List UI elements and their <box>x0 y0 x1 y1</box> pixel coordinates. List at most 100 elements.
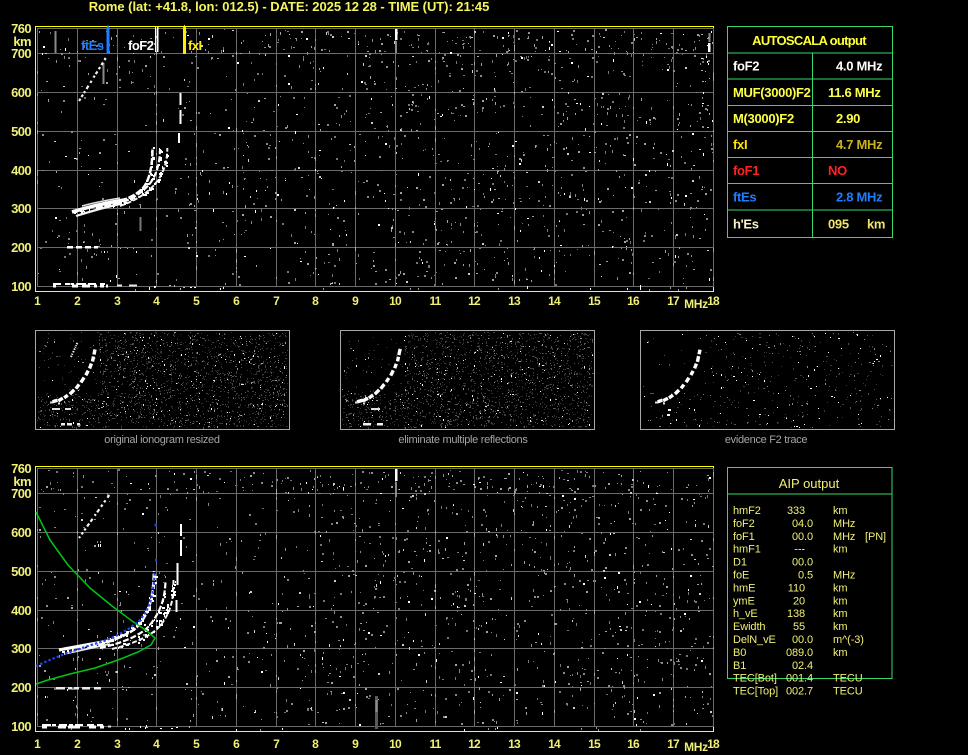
svg-text:14: 14 <box>548 294 561 308</box>
svg-text:km: km <box>833 621 847 633</box>
svg-text:foF1: foF1 <box>733 163 759 178</box>
svg-text:Rome (lat: +41.8, lon: 012.5): Rome (lat: +41.8, lon: 012.5) - DATE: 20… <box>89 0 490 14</box>
svg-text:AUTOSCALA output: AUTOSCALA output <box>752 33 867 48</box>
svg-text:D1: D1 <box>733 557 747 569</box>
svg-text:2.90: 2.90 <box>836 111 860 126</box>
svg-text:300: 300 <box>11 641 31 656</box>
svg-text:DelN_vE: DelN_vE <box>733 634 776 646</box>
svg-text:hmE: hmE <box>733 582 755 594</box>
svg-text:km: km <box>833 544 847 556</box>
svg-text:B0: B0 <box>733 647 746 659</box>
svg-text:600: 600 <box>11 85 31 100</box>
svg-text:100: 100 <box>11 279 31 294</box>
svg-text:hmF2: hmF2 <box>733 505 761 517</box>
svg-text:Ewidth: Ewidth <box>733 621 765 633</box>
svg-text:18: 18 <box>707 737 720 751</box>
svg-text:400: 400 <box>11 603 31 618</box>
svg-text:foF2: foF2 <box>733 518 755 530</box>
svg-text:0.5: 0.5 <box>798 570 813 582</box>
svg-text:333: 333 <box>787 505 805 517</box>
svg-text:MHz: MHz <box>833 570 855 582</box>
svg-text:14: 14 <box>548 737 561 751</box>
svg-text:10: 10 <box>389 737 402 751</box>
svg-text:eliminate multiple reflections: eliminate multiple reflections <box>398 434 528 446</box>
svg-text:17: 17 <box>667 294 680 308</box>
svg-text:00.0: 00.0 <box>792 634 813 646</box>
svg-text:18: 18 <box>707 294 720 308</box>
svg-text:700: 700 <box>11 46 31 61</box>
svg-text:11.6 MHz: 11.6 MHz <box>828 85 881 100</box>
svg-text:11: 11 <box>429 294 441 308</box>
svg-text:02.4: 02.4 <box>792 660 813 672</box>
svg-text:089.0: 089.0 <box>786 647 813 659</box>
svg-text:55: 55 <box>793 621 805 633</box>
svg-text:ftEs: ftEs <box>733 189 756 204</box>
svg-text:ftEs: ftEs <box>81 38 104 53</box>
svg-text:foF1: foF1 <box>733 531 755 543</box>
svg-text:600: 600 <box>11 525 31 540</box>
svg-text:16: 16 <box>627 737 640 751</box>
svg-text:00.0: 00.0 <box>792 531 813 543</box>
svg-text:AIP output: AIP output <box>779 476 840 491</box>
svg-text:km: km <box>833 608 847 620</box>
svg-text:400: 400 <box>11 163 31 178</box>
svg-text:fxI: fxI <box>188 38 202 53</box>
svg-text:[PN]: [PN] <box>865 531 886 543</box>
svg-text:15: 15 <box>588 294 601 308</box>
svg-text:hmF1: hmF1 <box>733 544 761 556</box>
svg-text:500: 500 <box>11 124 31 139</box>
svg-text:20: 20 <box>793 595 805 607</box>
svg-text:15: 15 <box>588 737 601 751</box>
svg-text:138: 138 <box>787 608 805 620</box>
svg-text:12: 12 <box>468 294 481 308</box>
svg-text:M(3000)F2: M(3000)F2 <box>733 111 794 126</box>
svg-text:13: 13 <box>508 737 521 751</box>
svg-text:002.7: 002.7 <box>786 686 813 698</box>
svg-text:100: 100 <box>11 719 31 734</box>
svg-text:km: km <box>867 216 885 231</box>
svg-text:4.0 MHz: 4.0 MHz <box>836 59 883 74</box>
svg-text:300: 300 <box>11 201 31 216</box>
svg-text:h_vE: h_vE <box>733 608 758 620</box>
svg-text:MHz: MHz <box>833 518 855 530</box>
svg-text:TECU: TECU <box>833 686 863 698</box>
svg-text:00.0: 00.0 <box>792 557 813 569</box>
svg-text:04.0: 04.0 <box>792 518 813 530</box>
svg-text:TECU: TECU <box>833 673 863 685</box>
svg-text:TEC[Bot]: TEC[Bot] <box>733 673 777 685</box>
svg-text:500: 500 <box>11 564 31 579</box>
svg-text:MHz: MHz <box>684 297 708 311</box>
svg-text:h'Es: h'Es <box>733 216 759 231</box>
svg-text:13: 13 <box>508 294 521 308</box>
svg-text:ymE: ymE <box>733 595 755 607</box>
svg-text:TEC[Top]: TEC[Top] <box>733 686 778 698</box>
svg-text:km: km <box>833 595 847 607</box>
svg-text:095: 095 <box>828 216 849 231</box>
svg-text:fxI: fxI <box>733 137 747 152</box>
svg-text:2.8 MHz: 2.8 MHz <box>836 189 883 204</box>
svg-text:foF2: foF2 <box>128 38 154 53</box>
svg-text:m^(-3): m^(-3) <box>833 634 864 646</box>
svg-text:12: 12 <box>468 737 481 751</box>
svg-text:NO: NO <box>828 163 847 178</box>
svg-text:110: 110 <box>788 582 805 594</box>
svg-text:700: 700 <box>11 486 31 501</box>
svg-text:B1: B1 <box>733 660 746 672</box>
svg-text:foE: foE <box>733 570 749 582</box>
svg-text:MUF(3000)F2: MUF(3000)F2 <box>733 85 811 100</box>
svg-text:MHz: MHz <box>684 740 708 754</box>
svg-text:200: 200 <box>11 240 31 255</box>
svg-text:km: km <box>833 505 847 517</box>
svg-text:200: 200 <box>11 680 31 695</box>
svg-text:km: km <box>833 647 847 659</box>
svg-text:original ionogram resized: original ionogram resized <box>104 434 220 446</box>
svg-text:foF2: foF2 <box>733 59 759 74</box>
svg-text:km: km <box>833 582 847 594</box>
svg-text:16: 16 <box>627 294 640 308</box>
svg-text:---: --- <box>794 544 805 556</box>
svg-text:001.4: 001.4 <box>786 673 813 685</box>
svg-text:4.7 MHz: 4.7 MHz <box>836 137 883 152</box>
svg-text:11: 11 <box>429 737 441 751</box>
svg-text:evidence F2 trace: evidence F2 trace <box>725 434 808 446</box>
svg-text:17: 17 <box>667 737 680 751</box>
